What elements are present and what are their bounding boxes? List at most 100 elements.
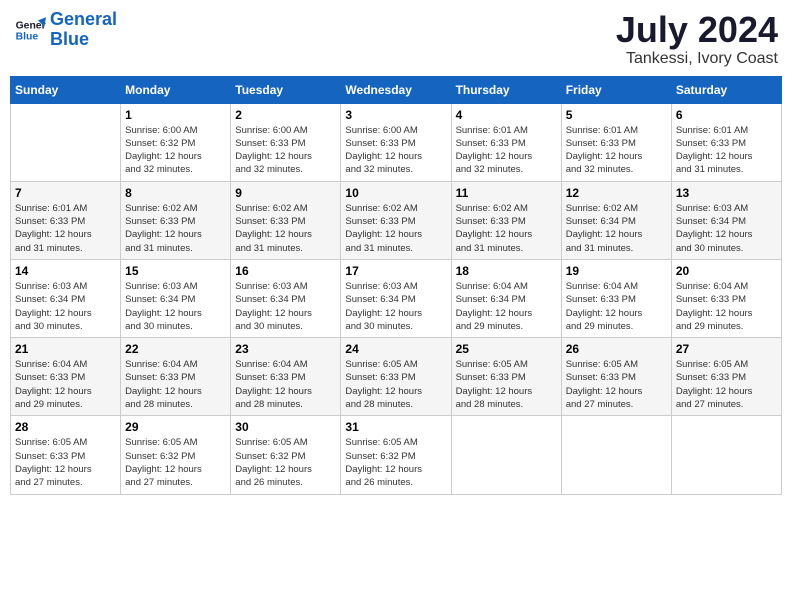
day-info: Sunrise: 6:04 AM Sunset: 6:33 PM Dayligh… — [235, 358, 336, 411]
calendar-week-row: 7 Sunrise: 6:01 AM Sunset: 6:33 PM Daylig… — [11, 181, 782, 259]
day-info: Sunrise: 6:01 AM Sunset: 6:33 PM Dayligh… — [676, 124, 777, 177]
calendar-cell: 15 Sunrise: 6:03 AM Sunset: 6:34 PM Dayli… — [121, 259, 231, 337]
day-number: 26 — [566, 342, 667, 356]
day-info: Sunrise: 6:04 AM Sunset: 6:33 PM Dayligh… — [676, 280, 777, 333]
calendar-cell: 17 Sunrise: 6:03 AM Sunset: 6:34 PM Dayli… — [341, 259, 451, 337]
calendar-week-row: 28Sunrise: 6:05 AM Sunset: 6:33 PM Dayli… — [11, 416, 782, 494]
calendar-cell: 6Sunrise: 6:01 AM Sunset: 6:33 PM Daylig… — [671, 103, 781, 181]
day-number: 27 — [676, 342, 777, 356]
day-number: 31 — [345, 420, 446, 434]
day-info: Sunrise: 6:05 AM Sunset: 6:32 PM Dayligh… — [345, 436, 446, 489]
calendar-cell: 24 Sunrise: 6:05 AM Sunset: 6:33 PM Dayli… — [341, 338, 451, 416]
day-number: 17 — [345, 264, 446, 278]
logo-icon: General Blue — [14, 14, 46, 46]
day-info: Sunrise: 6:05 AM Sunset: 6:33 PM Dayligh… — [345, 358, 446, 411]
weekday-header: Sunday — [11, 76, 121, 103]
day-info: Sunrise: 6:02 AM Sunset: 6:33 PM Dayligh… — [125, 202, 226, 255]
calendar-cell: 30 Sunrise: 6:05 AM Sunset: 6:32 PM Dayli… — [231, 416, 341, 494]
weekday-header: Monday — [121, 76, 231, 103]
day-info: Sunrise: 6:01 AM Sunset: 6:33 PM Dayligh… — [566, 124, 667, 177]
calendar-week-row: 14 Sunrise: 6:03 AM Sunset: 6:34 PM Dayli… — [11, 259, 782, 337]
day-number: 16 — [235, 264, 336, 278]
day-number: 24 — [345, 342, 446, 356]
logo-text: General Blue — [50, 10, 117, 50]
day-info: Sunrise: 6:01 AM Sunset: 6:33 PM Dayligh… — [15, 202, 116, 255]
calendar-cell: 26 Sunrise: 6:05 AM Sunset: 6:33 PM Dayli… — [561, 338, 671, 416]
calendar-cell — [561, 416, 671, 494]
day-number: 25 — [456, 342, 557, 356]
calendar-cell: 18 Sunrise: 6:04 AM Sunset: 6:34 PM Dayli… — [451, 259, 561, 337]
day-info: Sunrise: 6:03 AM Sunset: 6:34 PM Dayligh… — [235, 280, 336, 333]
calendar-cell: 22Sunrise: 6:04 AM Sunset: 6:33 PM Dayli… — [121, 338, 231, 416]
day-number: 22 — [125, 342, 226, 356]
day-info: Sunrise: 6:05 AM Sunset: 6:33 PM Dayligh… — [566, 358, 667, 411]
weekday-header: Thursday — [451, 76, 561, 103]
calendar-cell: 20 Sunrise: 6:04 AM Sunset: 6:33 PM Dayli… — [671, 259, 781, 337]
day-number: 12 — [566, 186, 667, 200]
day-info: Sunrise: 6:03 AM Sunset: 6:34 PM Dayligh… — [125, 280, 226, 333]
calendar-cell: 9Sunrise: 6:02 AM Sunset: 6:33 PM Daylig… — [231, 181, 341, 259]
calendar-cell: 7 Sunrise: 6:01 AM Sunset: 6:33 PM Daylig… — [11, 181, 121, 259]
calendar-cell — [451, 416, 561, 494]
calendar-cell: 25 Sunrise: 6:05 AM Sunset: 6:33 PM Dayli… — [451, 338, 561, 416]
logo: General Blue General Blue — [14, 10, 117, 50]
calendar-cell: 19 Sunrise: 6:04 AM Sunset: 6:33 PM Dayli… — [561, 259, 671, 337]
day-info: Sunrise: 6:05 AM Sunset: 6:32 PM Dayligh… — [235, 436, 336, 489]
day-info: Sunrise: 6:01 AM Sunset: 6:33 PM Dayligh… — [456, 124, 557, 177]
day-number: 14 — [15, 264, 116, 278]
day-info: Sunrise: 6:04 AM Sunset: 6:33 PM Dayligh… — [566, 280, 667, 333]
day-info: Sunrise: 6:04 AM Sunset: 6:34 PM Dayligh… — [456, 280, 557, 333]
page-header: General Blue General Blue July 2024 Tank… — [10, 10, 782, 68]
day-number: 19 — [566, 264, 667, 278]
month-year: July 2024 — [616, 10, 778, 50]
calendar-cell: 11Sunrise: 6:02 AM Sunset: 6:33 PM Dayli… — [451, 181, 561, 259]
calendar-cell: 23Sunrise: 6:04 AM Sunset: 6:33 PM Dayli… — [231, 338, 341, 416]
day-info: Sunrise: 6:04 AM Sunset: 6:33 PM Dayligh… — [15, 358, 116, 411]
day-number: 10 — [345, 186, 446, 200]
calendar-cell: 28Sunrise: 6:05 AM Sunset: 6:33 PM Dayli… — [11, 416, 121, 494]
day-number: 8 — [125, 186, 226, 200]
svg-text:Blue: Blue — [16, 31, 39, 42]
calendar-cell: 10 Sunrise: 6:02 AM Sunset: 6:33 PM Dayli… — [341, 181, 451, 259]
day-number: 21 — [15, 342, 116, 356]
calendar-cell: 4 Sunrise: 6:01 AM Sunset: 6:33 PM Daylig… — [451, 103, 561, 181]
calendar-cell: 1Sunrise: 6:00 AM Sunset: 6:32 PM Daylig… — [121, 103, 231, 181]
calendar-week-row: 21 Sunrise: 6:04 AM Sunset: 6:33 PM Dayli… — [11, 338, 782, 416]
day-number: 20 — [676, 264, 777, 278]
calendar-cell: 14 Sunrise: 6:03 AM Sunset: 6:34 PM Dayli… — [11, 259, 121, 337]
day-info: Sunrise: 6:03 AM Sunset: 6:34 PM Dayligh… — [15, 280, 116, 333]
weekday-header: Friday — [561, 76, 671, 103]
day-number: 7 — [15, 186, 116, 200]
day-number: 18 — [456, 264, 557, 278]
day-info: Sunrise: 6:03 AM Sunset: 6:34 PM Dayligh… — [676, 202, 777, 255]
day-number: 29 — [125, 420, 226, 434]
calendar-cell — [11, 103, 121, 181]
day-number: 30 — [235, 420, 336, 434]
day-number: 15 — [125, 264, 226, 278]
day-info: Sunrise: 6:05 AM Sunset: 6:33 PM Dayligh… — [456, 358, 557, 411]
calendar-table: SundayMondayTuesdayWednesdayThursdayFrid… — [10, 76, 782, 495]
calendar-cell — [671, 416, 781, 494]
calendar-cell: 16 Sunrise: 6:03 AM Sunset: 6:34 PM Dayli… — [231, 259, 341, 337]
day-info: Sunrise: 6:03 AM Sunset: 6:34 PM Dayligh… — [345, 280, 446, 333]
day-info: Sunrise: 6:02 AM Sunset: 6:33 PM Dayligh… — [235, 202, 336, 255]
calendar-cell: 3 Sunrise: 6:00 AM Sunset: 6:33 PM Daylig… — [341, 103, 451, 181]
day-info: Sunrise: 6:05 AM Sunset: 6:33 PM Dayligh… — [15, 436, 116, 489]
day-number: 3 — [345, 108, 446, 122]
weekday-header: Wednesday — [341, 76, 451, 103]
day-info: Sunrise: 6:05 AM Sunset: 6:32 PM Dayligh… — [125, 436, 226, 489]
day-info: Sunrise: 6:02 AM Sunset: 6:33 PM Dayligh… — [345, 202, 446, 255]
day-info: Sunrise: 6:05 AM Sunset: 6:33 PM Dayligh… — [676, 358, 777, 411]
calendar-header-row: SundayMondayTuesdayWednesdayThursdayFrid… — [11, 76, 782, 103]
calendar-cell: 2Sunrise: 6:00 AM Sunset: 6:33 PM Daylig… — [231, 103, 341, 181]
day-number: 13 — [676, 186, 777, 200]
day-number: 4 — [456, 108, 557, 122]
calendar-cell: 27 Sunrise: 6:05 AM Sunset: 6:33 PM Dayli… — [671, 338, 781, 416]
weekday-header: Tuesday — [231, 76, 341, 103]
weekday-header: Saturday — [671, 76, 781, 103]
title-block: July 2024 Tankessi, Ivory Coast — [616, 10, 778, 68]
day-info: Sunrise: 6:02 AM Sunset: 6:33 PM Dayligh… — [456, 202, 557, 255]
day-number: 2 — [235, 108, 336, 122]
calendar-cell: 31 Sunrise: 6:05 AM Sunset: 6:32 PM Dayli… — [341, 416, 451, 494]
day-info: Sunrise: 6:00 AM Sunset: 6:33 PM Dayligh… — [345, 124, 446, 177]
